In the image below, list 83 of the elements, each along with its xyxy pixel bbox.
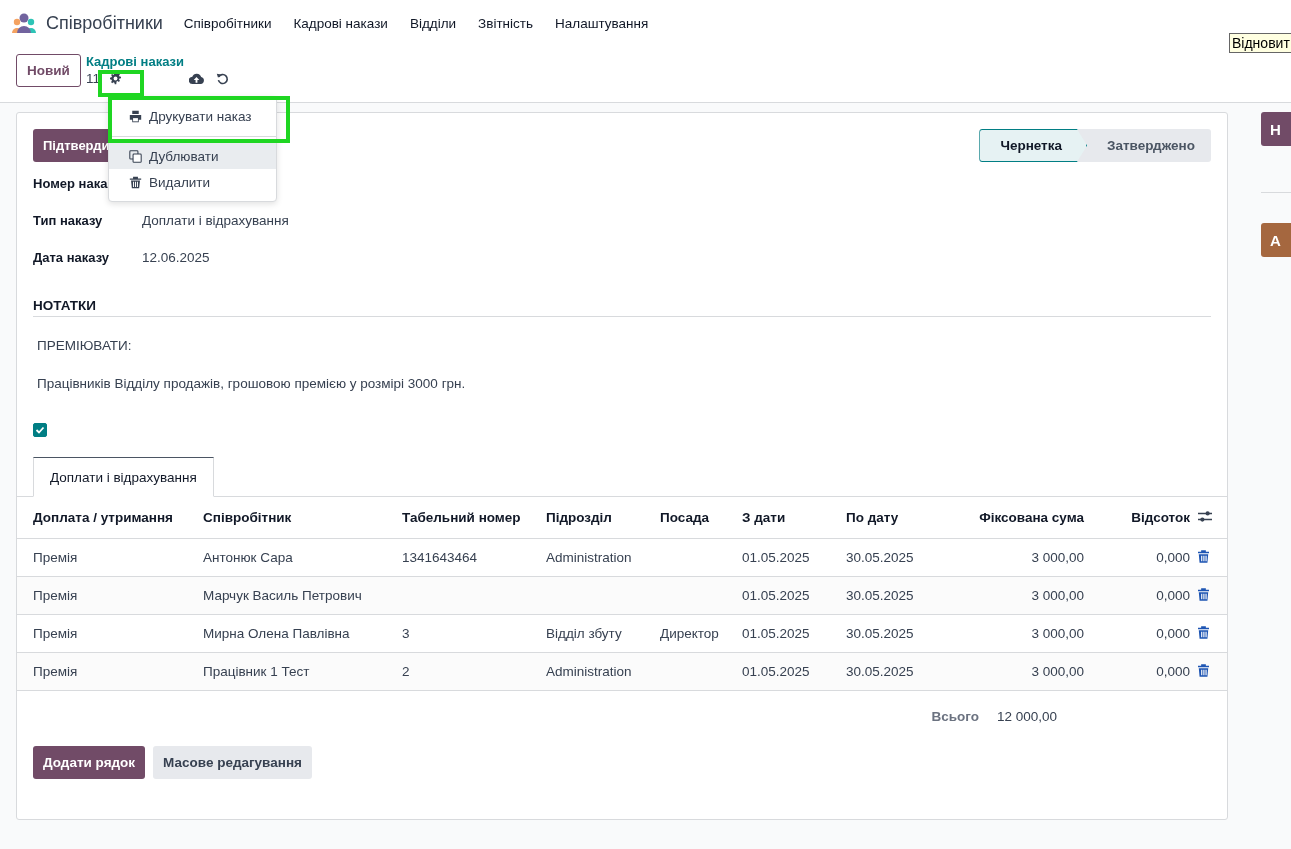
trash-icon[interactable] xyxy=(1198,587,1209,601)
menu-item[interactable]: Видалити xyxy=(109,169,276,195)
checkmark-icon xyxy=(35,425,45,435)
record-counter: 11 xyxy=(85,70,100,86)
mass-edit-button[interactable]: Масове редагування xyxy=(153,746,312,779)
column-header[interactable]: Доплата / утримання xyxy=(17,497,203,539)
trash-icon[interactable] xyxy=(1198,625,1209,639)
nav-menu-item[interactable]: Співробітники xyxy=(183,15,272,31)
trash-icon[interactable] xyxy=(1198,663,1209,677)
breadcrumb-link[interactable]: Кадрові накази xyxy=(85,54,229,69)
column-header[interactable]: Посада xyxy=(660,497,742,539)
copy-icon xyxy=(129,149,142,163)
table-cell: 01.05.2025 xyxy=(742,588,810,603)
table-cell: 0,000 xyxy=(1156,664,1190,679)
trash-icon[interactable] xyxy=(1198,549,1209,563)
table-cell: 2 xyxy=(402,664,410,679)
app-logo-icon xyxy=(12,13,36,33)
total-label: Всього xyxy=(931,709,979,724)
table-cell: 1341643464 xyxy=(402,550,478,565)
table-cell: Марчук Василь Петрович xyxy=(203,588,362,603)
field-value: Доплати і відрахування xyxy=(142,213,289,228)
column-header[interactable]: З дати xyxy=(742,497,846,539)
tab[interactable]: Доплати і відрахування xyxy=(33,457,214,497)
add-line-button[interactable]: Додати рядок xyxy=(33,746,146,779)
table-cell: Відділ збуту xyxy=(546,626,622,641)
table-cell: 30.05.2025 xyxy=(846,626,914,641)
table-cell: 30.05.2025 xyxy=(846,664,914,679)
column-header[interactable]: Підрозділ xyxy=(546,497,660,539)
table-cell: Премія xyxy=(33,550,78,565)
table-cell: 3 000,00 xyxy=(1031,550,1084,565)
table-cell: 30.05.2025 xyxy=(846,588,914,603)
table-cell: Директор xyxy=(660,626,719,641)
checkbox[interactable] xyxy=(33,423,47,437)
field-label: Тип наказу xyxy=(33,213,103,228)
side-button[interactable]: Н xyxy=(1261,112,1291,146)
note-text: Працівників Відділу продажів, грошовою премією у розмірі 3000 грн. xyxy=(37,375,467,393)
table-cell: 0,000 xyxy=(1156,626,1190,641)
total-value: 12 000,00 xyxy=(996,709,1057,724)
column-header[interactable]: Табельний номер xyxy=(402,497,546,539)
tooltip: Відновит xyxy=(1229,33,1291,53)
table-cell: 30.05.2025 xyxy=(846,550,914,565)
table-cell: Працівник 1 Тест xyxy=(203,664,310,679)
undo-icon[interactable] xyxy=(215,71,229,85)
app-name[interactable]: Співробітники xyxy=(46,12,163,34)
table-cell: Премія xyxy=(33,664,78,679)
printer-icon xyxy=(129,109,142,123)
status-stage[interactable]: Затверджено xyxy=(1087,129,1211,162)
table-cell: Премія xyxy=(33,588,78,603)
table-cell: 0,000 xyxy=(1156,588,1190,603)
table-cell: 01.05.2025 xyxy=(742,664,810,679)
field-label: Дата наказу xyxy=(33,250,110,265)
table-cell: Премія xyxy=(33,626,78,641)
field-label: Номер нака xyxy=(33,176,108,191)
table-cell: 3 000,00 xyxy=(1031,588,1084,603)
column-header[interactable]: Співробітник xyxy=(203,497,402,539)
column-header[interactable]: Фіксована сума xyxy=(946,497,1100,539)
table-cell: 01.05.2025 xyxy=(742,626,810,641)
side-button[interactable]: А xyxy=(1261,223,1291,257)
table-cell: Administration xyxy=(546,664,632,679)
settings-icon[interactable] xyxy=(108,71,122,85)
field-value: 12.06.2025 xyxy=(142,250,210,265)
table-cell: Антонюк Сара xyxy=(203,550,293,565)
table-cell: 3 xyxy=(402,626,410,641)
nav-menu-item[interactable]: Кадрові накази xyxy=(293,15,388,31)
column-header[interactable]: По дату xyxy=(846,497,946,539)
table-cell: Administration xyxy=(546,550,632,565)
menu-item[interactable]: Дублювати xyxy=(109,143,276,169)
table-cell: 3 000,00 xyxy=(1031,626,1084,641)
nav-menu-item[interactable]: Налаштування xyxy=(555,15,649,31)
table-cell: 0,000 xyxy=(1156,550,1190,565)
table-cell: 3 000,00 xyxy=(1031,664,1084,679)
nav-menu-item[interactable]: Звітність xyxy=(478,15,533,31)
table-cell: Мирна Олена Павлівна xyxy=(203,626,350,641)
column-header[interactable]: Відсоток xyxy=(1100,497,1198,539)
cloud-upload-icon[interactable] xyxy=(188,71,204,85)
nav-menu-item[interactable]: Відділи xyxy=(409,15,457,31)
status-stage[interactable]: Чернетка xyxy=(979,129,1087,162)
table-cell: 01.05.2025 xyxy=(742,550,810,565)
new-button[interactable]: Новий xyxy=(16,54,81,87)
section-title: НОТАТКИ xyxy=(33,298,1211,317)
trash-icon xyxy=(129,175,142,189)
column-settings-icon[interactable] xyxy=(1198,509,1212,523)
note-text: ПРЕМІЮВАТИ: xyxy=(37,337,133,355)
